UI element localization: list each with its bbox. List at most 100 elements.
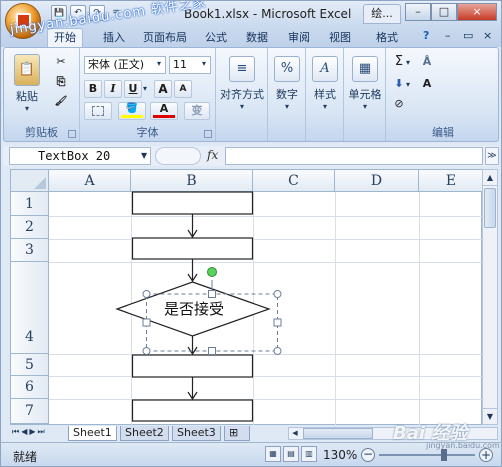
zoom-slider-thumb[interactable] xyxy=(441,449,447,461)
number-button[interactable]: % 数字 ▾ xyxy=(270,56,304,111)
cells-button[interactable]: ▦ 单元格 ▾ xyxy=(346,56,384,111)
restore-button[interactable]: □ xyxy=(431,3,457,21)
minimize-button[interactable]: – xyxy=(405,3,431,21)
vertical-scroll-thumb[interactable] xyxy=(484,188,496,228)
grow-font-button[interactable]: A xyxy=(154,80,172,98)
paste-button[interactable]: 📋 粘贴 ▾ xyxy=(10,54,44,113)
zoom-slider-track[interactable] xyxy=(379,454,475,456)
tab-view[interactable]: 视图 xyxy=(329,29,351,45)
font-name-select[interactable]: 宋体 (正文) xyxy=(84,56,166,74)
fill-color-button[interactable]: 🪣 xyxy=(118,102,146,120)
number-label: 数字 xyxy=(276,88,298,101)
baidu-watermark-url: jingyan.baidu.com xyxy=(426,441,500,450)
view-buttons: ▦ ▤ ▥ xyxy=(265,446,317,462)
copy-icon[interactable]: ⎘ xyxy=(52,74,70,92)
tab-formulas[interactable]: 公式 xyxy=(205,29,227,45)
tab-insert[interactable]: 插入 xyxy=(103,29,125,45)
window-title: Book1.xlsx - Microsoft Excel xyxy=(184,7,352,21)
rotation-handle[interactable] xyxy=(207,267,217,277)
font-color-button[interactable]: A xyxy=(150,102,178,120)
paste-dropdown-icon: ▾ xyxy=(24,104,29,113)
zoom-out-button[interactable]: − xyxy=(361,448,375,462)
resize-handle-s[interactable] xyxy=(208,347,216,355)
resize-handle-n[interactable] xyxy=(208,290,216,298)
font-color-icon: A xyxy=(159,102,169,115)
bold-button[interactable]: B xyxy=(84,80,102,98)
alignment-group: ≡ 对齐方式 ▾ xyxy=(216,48,268,141)
italic-button[interactable]: I xyxy=(104,80,122,98)
flowchart-process-box-1[interactable] xyxy=(131,191,254,215)
flowchart-process-box-2[interactable] xyxy=(131,237,254,260)
help-icon[interactable]: ? xyxy=(423,29,429,42)
sheet-tab-sheet1[interactable]: Sheet1 xyxy=(68,426,117,441)
sheet-tab-sheet2[interactable]: Sheet2 xyxy=(120,426,169,441)
sheet-nav-icons[interactable]: ⏮◀▶⏭ xyxy=(12,427,47,437)
sheet-tab-sheet3[interactable]: Sheet3 xyxy=(172,426,221,441)
formula-input[interactable] xyxy=(225,147,483,165)
fill-dropdown-icon[interactable]: ▾ xyxy=(406,80,410,89)
styles-icon: A xyxy=(312,56,338,82)
resize-handle-sw[interactable] xyxy=(142,347,151,355)
formula-bar-divider-handle[interactable] xyxy=(155,147,201,165)
clipboard-group: 📋 粘贴 ▾ ✂ ⎘ 🖌 剪贴板 xyxy=(4,48,80,141)
sort-filter-icon[interactable]: Å xyxy=(418,54,436,72)
format-painter-icon[interactable]: 🖌 xyxy=(52,94,70,112)
font-launcher-icon[interactable] xyxy=(204,130,212,138)
phonetic-button[interactable]: 变 xyxy=(184,102,210,120)
alignment-button[interactable]: ≡ 对齐方式 ▾ xyxy=(218,56,266,111)
editing-group-label: 编辑 xyxy=(432,126,454,139)
horizontal-scroll-thumb[interactable] xyxy=(303,428,373,439)
borders-button[interactable] xyxy=(84,102,112,120)
vertical-scrollbar[interactable]: ▲ ▼ xyxy=(482,169,498,425)
resize-handle-nw[interactable] xyxy=(142,290,151,298)
normal-view-icon[interactable]: ▦ xyxy=(265,446,281,462)
font-name-dropdown-icon: ▾ xyxy=(157,59,162,68)
resize-handle-w[interactable] xyxy=(142,318,151,327)
cells-group: ▦ 单元格 ▾ xyxy=(344,48,386,141)
autosum-dropdown-icon[interactable]: ▾ xyxy=(406,58,410,67)
number-group: % 数字 ▾ xyxy=(268,48,306,141)
ribbon-restore-button[interactable]: ▭ xyxy=(463,29,473,42)
ribbon-close-button[interactable]: × xyxy=(483,29,492,42)
insert-function-icon[interactable]: fx xyxy=(207,148,218,162)
shrink-font-button[interactable]: A xyxy=(174,80,192,98)
underline-dropdown-icon[interactable]: ▾ xyxy=(143,84,147,93)
styles-dropdown-icon: ▾ xyxy=(322,102,327,111)
flowchart-process-box-4[interactable] xyxy=(131,399,254,422)
ribbon: 📋 粘贴 ▾ ✂ ⎘ 🖌 剪贴板 宋体 (正文) ▾ 11 ▾ B I U ▾ … xyxy=(3,47,499,142)
page-break-view-icon[interactable]: ▥ xyxy=(301,446,317,462)
find-select-icon[interactable]: A xyxy=(418,76,436,94)
drawing-tools-contextual-tab[interactable]: 绘... xyxy=(363,4,401,24)
resize-handle-ne[interactable] xyxy=(273,290,282,298)
worksheet-grid[interactable]: A B C D E 1 2 3 4 5 6 7 是否接受 xyxy=(10,169,483,426)
tab-page-layout[interactable]: 页面布局 xyxy=(143,29,187,45)
tab-review[interactable]: 审阅 xyxy=(288,29,310,45)
expand-formula-bar-icon[interactable]: ≫ xyxy=(485,147,499,165)
flowchart-process-box-3[interactable] xyxy=(131,354,254,378)
decision-text[interactable]: 是否接受 xyxy=(157,298,231,319)
name-box-dropdown-icon[interactable]: ▼ xyxy=(141,151,147,160)
borders-icon xyxy=(92,106,104,116)
scroll-left-icon[interactable]: ◀ xyxy=(289,428,301,439)
zoom-in-button[interactable]: + xyxy=(479,448,493,462)
cut-icon[interactable]: ✂ xyxy=(52,54,70,72)
resize-handle-se[interactable] xyxy=(273,347,282,355)
ribbon-minimize-button[interactable]: – xyxy=(445,29,451,42)
font-size-dropdown-icon: ▾ xyxy=(202,59,207,68)
percent-icon: % xyxy=(274,56,300,82)
resize-handle-e[interactable] xyxy=(273,318,282,327)
clear-icon[interactable]: ⊘ xyxy=(390,96,408,114)
close-button[interactable]: × xyxy=(457,3,497,21)
styles-button[interactable]: A 样式 ▾ xyxy=(308,56,342,111)
name-box[interactable]: TextBox 20 xyxy=(9,147,151,165)
zoom-level[interactable]: 130% xyxy=(323,448,357,462)
insert-sheet-icon[interactable]: ⊞ xyxy=(224,426,250,441)
scroll-up-icon[interactable]: ▲ xyxy=(483,170,497,186)
tab-format[interactable]: 格式 xyxy=(376,29,398,45)
scroll-down-icon[interactable]: ▼ xyxy=(483,408,497,424)
underline-button[interactable]: U xyxy=(124,80,142,98)
tab-data[interactable]: 数据 xyxy=(246,29,268,45)
fill-color-icon: 🪣 xyxy=(125,103,139,114)
page-layout-view-icon[interactable]: ▤ xyxy=(283,446,299,462)
clipboard-launcher-icon[interactable] xyxy=(68,130,76,138)
